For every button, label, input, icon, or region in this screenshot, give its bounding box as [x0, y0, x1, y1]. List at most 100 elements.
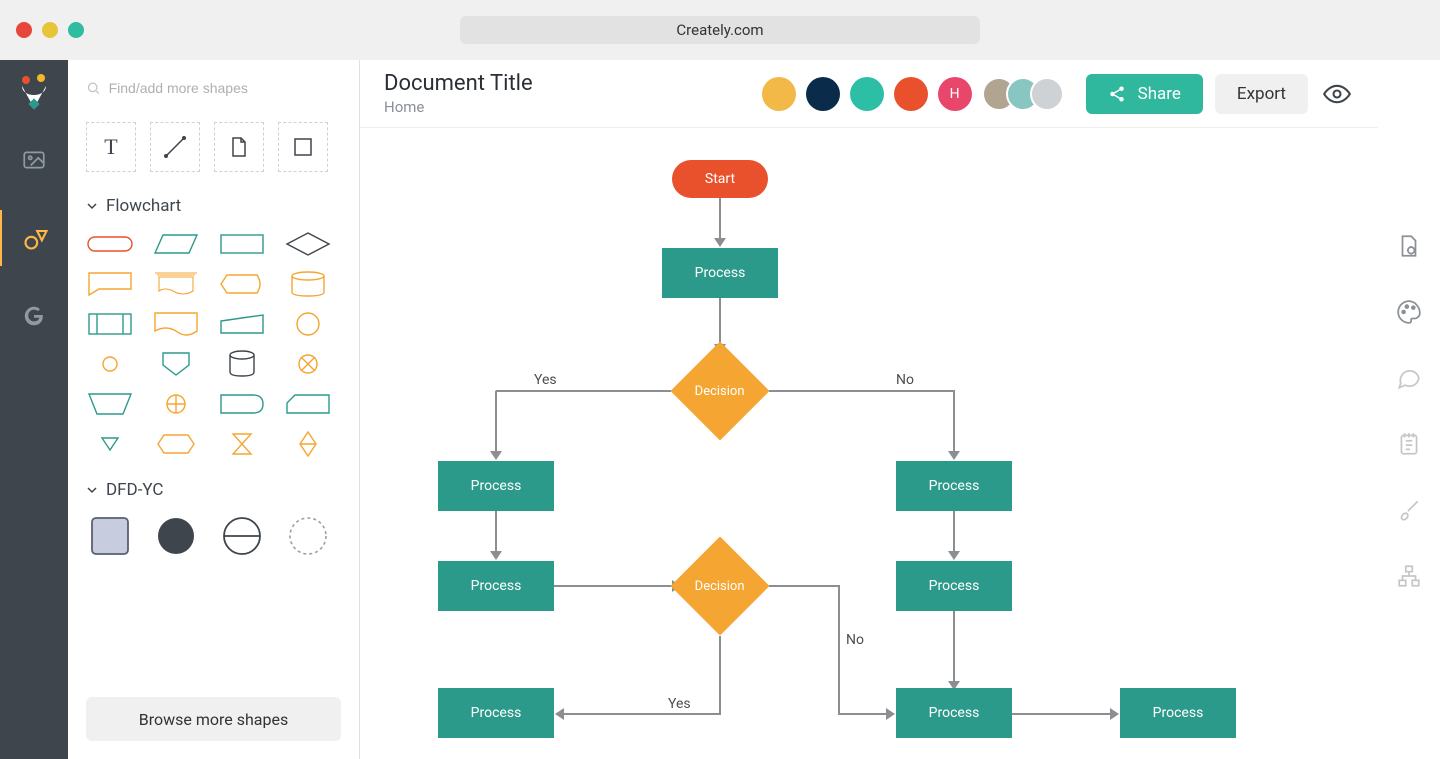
share-label: Share: [1138, 84, 1181, 104]
card-shape[interactable]: [284, 390, 332, 418]
google-tab[interactable]: [0, 288, 68, 344]
manualop-shape[interactable]: [86, 390, 134, 418]
dfdyc-group-header[interactable]: DFD-YC: [86, 480, 341, 500]
title-block: Document Title Home: [384, 71, 750, 116]
images-tab[interactable]: [0, 132, 68, 188]
avatar[interactable]: [762, 77, 796, 111]
notes-button[interactable]: [1393, 428, 1425, 460]
sort-shape[interactable]: [284, 430, 332, 458]
edge: [495, 511, 497, 553]
edge: [563, 713, 720, 715]
process-node[interactable]: Process: [896, 688, 1012, 738]
onpage-connector-shape[interactable]: [86, 350, 134, 378]
node-label: Process: [929, 478, 980, 494]
comments-button[interactable]: [1393, 362, 1425, 394]
dfd-entity-shape[interactable]: [86, 514, 134, 558]
line-tool[interactable]: [150, 122, 200, 172]
decision-shape[interactable]: [284, 230, 332, 258]
palette-icon: [1396, 299, 1422, 325]
app-logo[interactable]: [16, 74, 52, 110]
manualinput-shape[interactable]: [218, 310, 266, 338]
share-button[interactable]: Share: [1086, 74, 1203, 114]
dfdyc-shapes: [86, 514, 341, 558]
doc-settings-button[interactable]: [1393, 230, 1425, 262]
start-node[interactable]: Start: [672, 160, 768, 198]
decision-node[interactable]: Decision: [671, 342, 770, 441]
minimize-window-button[interactable]: [42, 22, 58, 38]
process-node[interactable]: Process: [438, 688, 554, 738]
edge-label-yes: Yes: [534, 372, 557, 388]
process-node[interactable]: Process: [438, 461, 554, 511]
traffic-lights: [16, 22, 84, 38]
dfd-interface-shape[interactable]: [284, 514, 332, 558]
edge-label-yes: Yes: [668, 696, 691, 712]
close-window-button[interactable]: [16, 22, 32, 38]
url-bar[interactable]: Creately.com: [460, 16, 980, 44]
node-label: Process: [929, 705, 980, 721]
dfd-datastore-shape[interactable]: [218, 514, 266, 558]
avatar[interactable]: [850, 77, 884, 111]
hierarchy-button[interactable]: [1393, 560, 1425, 592]
edge: [554, 585, 674, 587]
cylinder-shape[interactable]: [218, 350, 266, 378]
process-shape[interactable]: [218, 230, 266, 258]
document-shape[interactable]: [152, 310, 200, 338]
avatar-overflow-group[interactable]: [982, 77, 1064, 111]
browse-shapes-button[interactable]: Browse more shapes: [86, 697, 341, 741]
multidoc-shape[interactable]: [152, 270, 200, 298]
subprocess-shape[interactable]: [86, 310, 134, 338]
flowchart-group-header[interactable]: Flowchart: [86, 196, 341, 216]
doc-settings-icon: [1396, 233, 1422, 259]
decision-node[interactable]: Decision: [671, 537, 770, 636]
shapes-tab[interactable]: [0, 210, 67, 266]
delay-shape[interactable]: [218, 390, 266, 418]
arrowhead-icon: [490, 451, 502, 460]
process-node[interactable]: Process: [896, 561, 1012, 611]
breadcrumb[interactable]: Home: [384, 98, 750, 116]
canvas[interactable]: Start Process Decision Yes No: [360, 128, 1378, 759]
preview-button[interactable]: [1320, 77, 1354, 111]
avatar[interactable]: [894, 77, 928, 111]
document-title[interactable]: Document Title: [384, 71, 750, 96]
edge: [1012, 713, 1112, 715]
process-node[interactable]: Process: [438, 561, 554, 611]
avatar-initial[interactable]: H: [938, 77, 972, 111]
comment-icon: [1396, 365, 1422, 391]
display-shape[interactable]: [218, 270, 266, 298]
search-icon: [86, 80, 101, 96]
data-shape[interactable]: [152, 230, 200, 258]
edge: [953, 390, 955, 453]
rectangle-tool[interactable]: [278, 122, 328, 172]
process-node[interactable]: Process: [1120, 688, 1236, 738]
header: Document Title Home H Share Ex: [360, 60, 1378, 128]
export-button[interactable]: Export: [1215, 74, 1308, 114]
dfd-process-shape[interactable]: [152, 514, 200, 558]
process-node[interactable]: Process: [896, 461, 1012, 511]
node-label: Decision: [695, 383, 745, 398]
database-shape[interactable]: [284, 270, 332, 298]
merge-shape[interactable]: [86, 430, 134, 458]
comment-shape[interactable]: [86, 270, 134, 298]
avatar[interactable]: [806, 77, 840, 111]
terminator-shape[interactable]: [86, 230, 134, 258]
maximize-window-button[interactable]: [68, 22, 84, 38]
summing-junction-shape[interactable]: [284, 350, 332, 378]
offpage-connector-shape[interactable]: [152, 350, 200, 378]
arrowhead-icon: [490, 551, 502, 560]
basic-tools: T: [86, 122, 341, 172]
palette-button[interactable]: [1393, 296, 1425, 328]
connector-shape[interactable]: [284, 310, 332, 338]
edge-label-no: No: [896, 372, 914, 388]
node-label: Decision: [695, 578, 745, 593]
page-tool[interactable]: [214, 122, 264, 172]
text-tool[interactable]: T: [86, 122, 136, 172]
process-node[interactable]: Process: [662, 248, 778, 298]
dfdyc-group-label: DFD-YC: [106, 480, 163, 500]
or-shape[interactable]: [152, 390, 200, 418]
eye-icon: [1323, 80, 1351, 108]
brush-button[interactable]: [1393, 494, 1425, 526]
collate-shape[interactable]: [218, 430, 266, 458]
search-input[interactable]: [109, 80, 341, 96]
tree-icon: [1396, 563, 1422, 589]
preparation-shape[interactable]: [152, 430, 200, 458]
